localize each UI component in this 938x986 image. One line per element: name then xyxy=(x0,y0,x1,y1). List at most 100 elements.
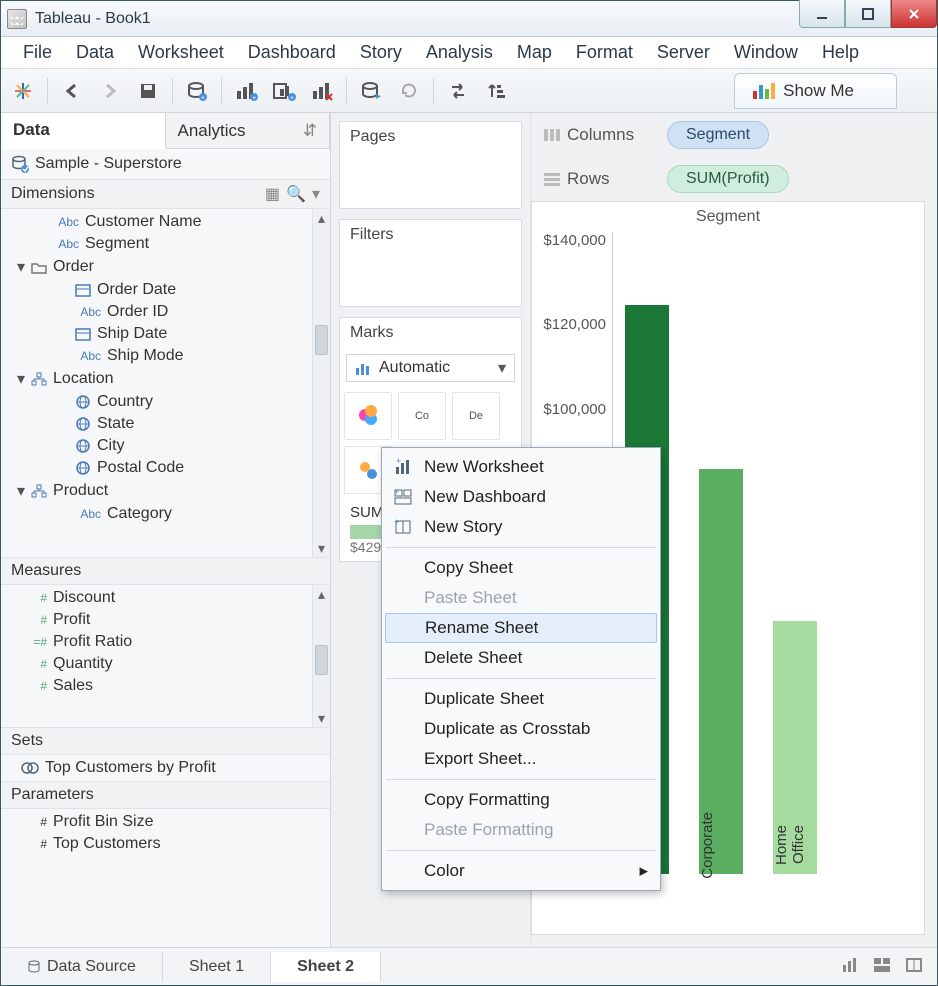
measure-item[interactable]: #Quantity xyxy=(1,653,330,675)
measure-item[interactable]: =#Profit Ratio xyxy=(1,631,330,653)
context-menu-item[interactable]: Copy Sheet xyxy=(384,553,658,583)
maximize-button[interactable] xyxy=(845,0,891,28)
sort-asc-icon[interactable] xyxy=(482,77,510,105)
context-menu-item[interactable]: +New Story xyxy=(384,512,658,542)
scroll-up-icon[interactable]: ▴ xyxy=(313,209,330,227)
dimension-item[interactable]: AbcCustomer Name xyxy=(1,211,330,233)
menu-server[interactable]: Server xyxy=(647,40,720,65)
filters-card[interactable]: Filters xyxy=(339,219,522,307)
scroll-down-icon[interactable]: ▾ xyxy=(313,539,330,557)
tableau-logo-icon[interactable] xyxy=(9,77,37,105)
forward-icon[interactable] xyxy=(96,77,124,105)
scroll-thumb[interactable] xyxy=(315,645,328,675)
mark-color-button[interactable] xyxy=(344,392,392,440)
search-icon[interactable]: 🔍 xyxy=(286,184,306,204)
auto-update-icon[interactable]: ▸ xyxy=(357,77,385,105)
parameter-item[interactable]: #Top Customers xyxy=(1,833,330,855)
menu-data[interactable]: Data xyxy=(66,40,124,65)
menu-help[interactable]: Help xyxy=(812,40,869,65)
clear-sheet-icon[interactable] xyxy=(308,77,336,105)
save-icon[interactable] xyxy=(134,77,162,105)
tab-analytics-label: Analytics xyxy=(178,121,246,141)
tab-data[interactable]: Data xyxy=(1,113,166,149)
columns-pill-segment[interactable]: Segment xyxy=(667,121,769,149)
dimension-item[interactable]: Country xyxy=(1,391,330,413)
dimensions-scrollbar[interactable]: ▴ ▾ xyxy=(312,209,330,557)
measure-item[interactable]: #Sales xyxy=(1,675,330,697)
tab-sheet-2[interactable]: Sheet 2 xyxy=(271,952,381,982)
set-item[interactable]: Top Customers by Profit xyxy=(1,757,330,779)
y-tick: $100,000 xyxy=(543,401,606,418)
dimension-item[interactable]: AbcSegment xyxy=(1,233,330,255)
menu-story[interactable]: Story xyxy=(350,40,412,65)
duplicate-sheet-icon[interactable]: + xyxy=(270,77,298,105)
scroll-thumb[interactable] xyxy=(315,325,328,355)
columns-shelf[interactable]: Columns Segment xyxy=(531,113,937,157)
context-menu-item[interactable]: +New Dashboard xyxy=(384,482,658,512)
menu-map[interactable]: Map xyxy=(507,40,562,65)
dimension-item[interactable]: ▾Product xyxy=(1,479,330,503)
new-story-tab-icon[interactable] xyxy=(905,957,923,976)
context-menu-item[interactable]: Delete Sheet xyxy=(384,643,658,673)
new-worksheet-icon[interactable]: + xyxy=(232,77,260,105)
mark-detail-button[interactable]: De xyxy=(452,392,500,440)
context-menu-item[interactable]: Duplicate Sheet xyxy=(384,684,658,714)
refresh-icon[interactable] xyxy=(395,77,423,105)
analytics-dropdown-icon: ⇵ xyxy=(303,121,317,141)
context-menu-item: Paste Formatting xyxy=(384,815,658,845)
datasource-tab-icon xyxy=(27,960,41,974)
context-menu-item[interactable]: +New Worksheet xyxy=(384,452,658,482)
context-menu-item[interactable]: Color▸ xyxy=(384,856,658,886)
dimension-item[interactable]: AbcCategory xyxy=(1,503,330,525)
measures-scrollbar[interactable]: ▴ ▾ xyxy=(312,585,330,727)
context-menu-item[interactable]: Export Sheet... xyxy=(384,744,658,774)
minimize-button[interactable] xyxy=(799,0,845,28)
context-menu-item[interactable]: Copy Formatting xyxy=(384,785,658,815)
dimension-item[interactable]: AbcShip Mode xyxy=(1,345,330,367)
dimension-item[interactable]: ▾Order xyxy=(1,255,330,279)
rows-shelf[interactable]: Rows SUM(Profit) xyxy=(531,157,937,201)
context-menu-item: Paste Sheet xyxy=(384,583,658,613)
show-me-button[interactable]: Show Me xyxy=(734,73,897,109)
columns-icon xyxy=(543,128,561,142)
new-dashboard-tab-icon[interactable] xyxy=(873,957,891,976)
datasource-row[interactable]: Sample - Superstore xyxy=(1,149,330,179)
pages-card[interactable]: Pages xyxy=(339,121,522,209)
context-menu-item[interactable]: Rename Sheet xyxy=(385,613,657,643)
tableau-app-icon xyxy=(7,9,27,29)
measure-item[interactable]: #Profit xyxy=(1,609,330,631)
dimension-item[interactable]: City xyxy=(1,435,330,457)
tab-sheet-1[interactable]: Sheet 1 xyxy=(163,952,271,982)
close-button[interactable] xyxy=(891,0,937,28)
parameter-item[interactable]: #Profit Bin Size xyxy=(1,811,330,833)
context-menu-item[interactable]: Duplicate as Crosstab xyxy=(384,714,658,744)
dimension-item[interactable]: Postal Code xyxy=(1,457,330,479)
dimension-item[interactable]: State xyxy=(1,413,330,435)
scroll-down-icon[interactable]: ▾ xyxy=(313,709,330,727)
menu-file[interactable]: File xyxy=(13,40,62,65)
dimension-item[interactable]: Ship Date xyxy=(1,323,330,345)
tab-data-source[interactable]: Data Source xyxy=(1,952,163,982)
menu-window[interactable]: Window xyxy=(724,40,808,65)
menu-worksheet[interactable]: Worksheet xyxy=(128,40,234,65)
scroll-up-icon[interactable]: ▴ xyxy=(313,585,330,603)
back-icon[interactable] xyxy=(58,77,86,105)
view-as-icon[interactable]: ▦ xyxy=(265,184,280,204)
dimension-item[interactable]: Order Date xyxy=(1,279,330,301)
rows-pill-profit[interactable]: SUM(Profit) xyxy=(667,165,789,193)
swap-icon[interactable] xyxy=(444,77,472,105)
svg-text:+: + xyxy=(201,95,205,102)
menu-format[interactable]: Format xyxy=(566,40,643,65)
toolbar: + + + ▸ Show Me xyxy=(1,69,937,113)
dimensions-menu-icon[interactable]: ▾ xyxy=(312,184,320,204)
mark-size-button[interactable]: Co xyxy=(398,392,446,440)
mark-type-select[interactable]: Automatic ▾ xyxy=(346,354,515,382)
measure-item[interactable]: #Discount xyxy=(1,587,330,609)
new-worksheet-tab-icon[interactable] xyxy=(841,957,859,976)
menu-dashboard[interactable]: Dashboard xyxy=(238,40,346,65)
tab-analytics[interactable]: Analytics ⇵ xyxy=(166,113,331,148)
data-connect-icon[interactable]: + xyxy=(183,77,211,105)
dimension-item[interactable]: AbcOrder ID xyxy=(1,301,330,323)
menu-analysis[interactable]: Analysis xyxy=(416,40,503,65)
dimension-item[interactable]: ▾Location xyxy=(1,367,330,391)
